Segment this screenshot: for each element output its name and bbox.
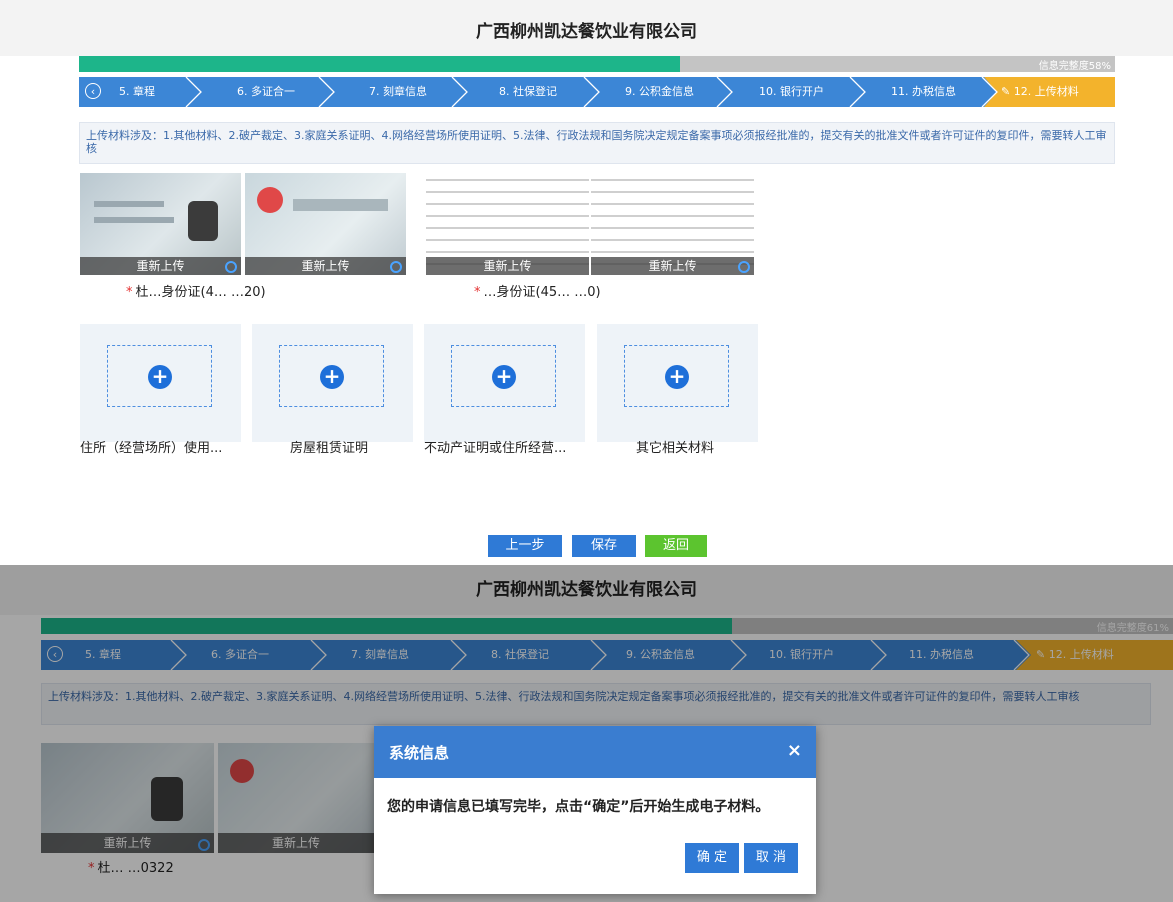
back-button[interactable]: 返回 (645, 535, 707, 557)
upload-box-premises[interactable]: + (80, 324, 241, 442)
id-caption: * 杜…身份证(4… …20) (126, 281, 266, 300)
step-navigation: ‹ 5. 章程 6. 多证合一 7. 刻章信息 8. 社保登记 9. 公积金信息… (79, 77, 1115, 107)
id-card-back-photo[interactable]: 重新上传 (245, 173, 406, 275)
step-upload-label: 12. 上传材料 (1013, 85, 1079, 98)
upload-page-with-dialog: 广西柳州凯达餐饮业有限公司 信息完整度61% ‹ 5. 章程 6. 多证合一 7… (0, 565, 1173, 902)
dialog-header: 系统信息 × (374, 726, 816, 778)
upload-label: 房屋租赁证明 (290, 441, 369, 456)
add-icon[interactable]: + (320, 365, 344, 389)
upload-box-property[interactable]: + (424, 324, 585, 442)
step-social-security[interactable]: 8. 社保登记 (499, 77, 557, 107)
progress-fill (79, 56, 680, 72)
system-info-dialog: 系统信息 × 您的申请信息已填写完毕，点击“确定”后开始生成电子材料。 确 定 … (374, 726, 816, 894)
completeness-progress-bar: 信息完整度58% (79, 56, 1115, 72)
reupload-button[interactable]: 重新上传 (245, 257, 406, 275)
emblem-blur (257, 187, 283, 213)
id-card-scan-photo[interactable]: 重新上传 (591, 173, 754, 275)
reupload-button[interactable]: 重新上传 (426, 257, 589, 275)
progress-label: 信息完整度58% (1038, 61, 1111, 72)
step-upload-materials[interactable]: ✎ 12. 上传材料 (1001, 77, 1079, 107)
step-multi-cert[interactable]: 6. 多证合一 (237, 77, 295, 107)
add-icon[interactable]: + (665, 365, 689, 389)
text-blur (293, 199, 388, 211)
step-charter[interactable]: 5. 章程 (119, 77, 155, 107)
step-seal-info[interactable]: 7. 刻章信息 (369, 77, 427, 107)
confirm-button[interactable]: 确 定 (685, 843, 739, 873)
step-housing-fund[interactable]: 9. 公积金信息 (625, 77, 694, 107)
id-caption: * …身份证(45… …0) (474, 281, 601, 300)
text-blur (94, 201, 164, 207)
company-title: 广西柳州凯达餐饮业有限公司 (476, 22, 697, 42)
upload-notice: 上传材料涉及：1.其他材料、2.破产裁定、3.家庭关系证明、4.网络经营场所使用… (79, 122, 1115, 164)
id-card-front-photo[interactable]: 重新上传 (80, 173, 241, 275)
zoom-icon[interactable] (390, 261, 402, 273)
upload-box-lease[interactable]: + (252, 324, 413, 442)
cancel-button[interactable]: 取 消 (744, 843, 798, 873)
id-card-scan-photo[interactable]: 重新上传 (426, 173, 589, 275)
step-back-icon[interactable]: ‹ (85, 83, 101, 99)
step-arrows (185, 77, 1115, 107)
step-bank-account[interactable]: 10. 银行开户 (759, 77, 824, 107)
upload-page: 广西柳州凯达餐饮业有限公司 信息完整度58% ‹ 5. 章程 6. 多证合一 7… (0, 0, 1173, 565)
step-tax-info[interactable]: 11. 办税信息 (891, 77, 956, 107)
required-mark: * (474, 285, 481, 300)
reupload-button[interactable]: 重新上传 (80, 257, 241, 275)
save-button[interactable]: 保存 (572, 535, 636, 557)
add-icon[interactable]: + (492, 365, 516, 389)
upload-label: 其它相关材料 (636, 441, 715, 456)
portrait-blur (188, 201, 218, 241)
zoom-icon[interactable] (225, 261, 237, 273)
id-caption-text: …身份证(45… …0) (483, 285, 601, 300)
dialog-message: 您的申请信息已填写完毕，点击“确定”后开始生成电子材料。 (387, 799, 770, 815)
upload-box-other[interactable]: + (597, 324, 758, 442)
dialog-title: 系统信息 (389, 744, 450, 762)
upload-label: 不动产证明或住所经营... (424, 441, 567, 456)
zoom-icon[interactable] (738, 261, 750, 273)
close-icon[interactable]: × (787, 740, 802, 761)
id-caption-text: 杜…身份证(4… …20) (135, 285, 266, 300)
reupload-button[interactable]: 重新上传 (591, 257, 754, 275)
prev-step-button[interactable]: 上一步 (488, 535, 562, 557)
edit-pencil-icon: ✎ (1001, 85, 1014, 98)
add-icon[interactable]: + (148, 365, 172, 389)
upload-label: 住所（经营场所）使用... (80, 441, 223, 456)
required-mark: * (126, 285, 133, 300)
text-blur (94, 217, 174, 223)
